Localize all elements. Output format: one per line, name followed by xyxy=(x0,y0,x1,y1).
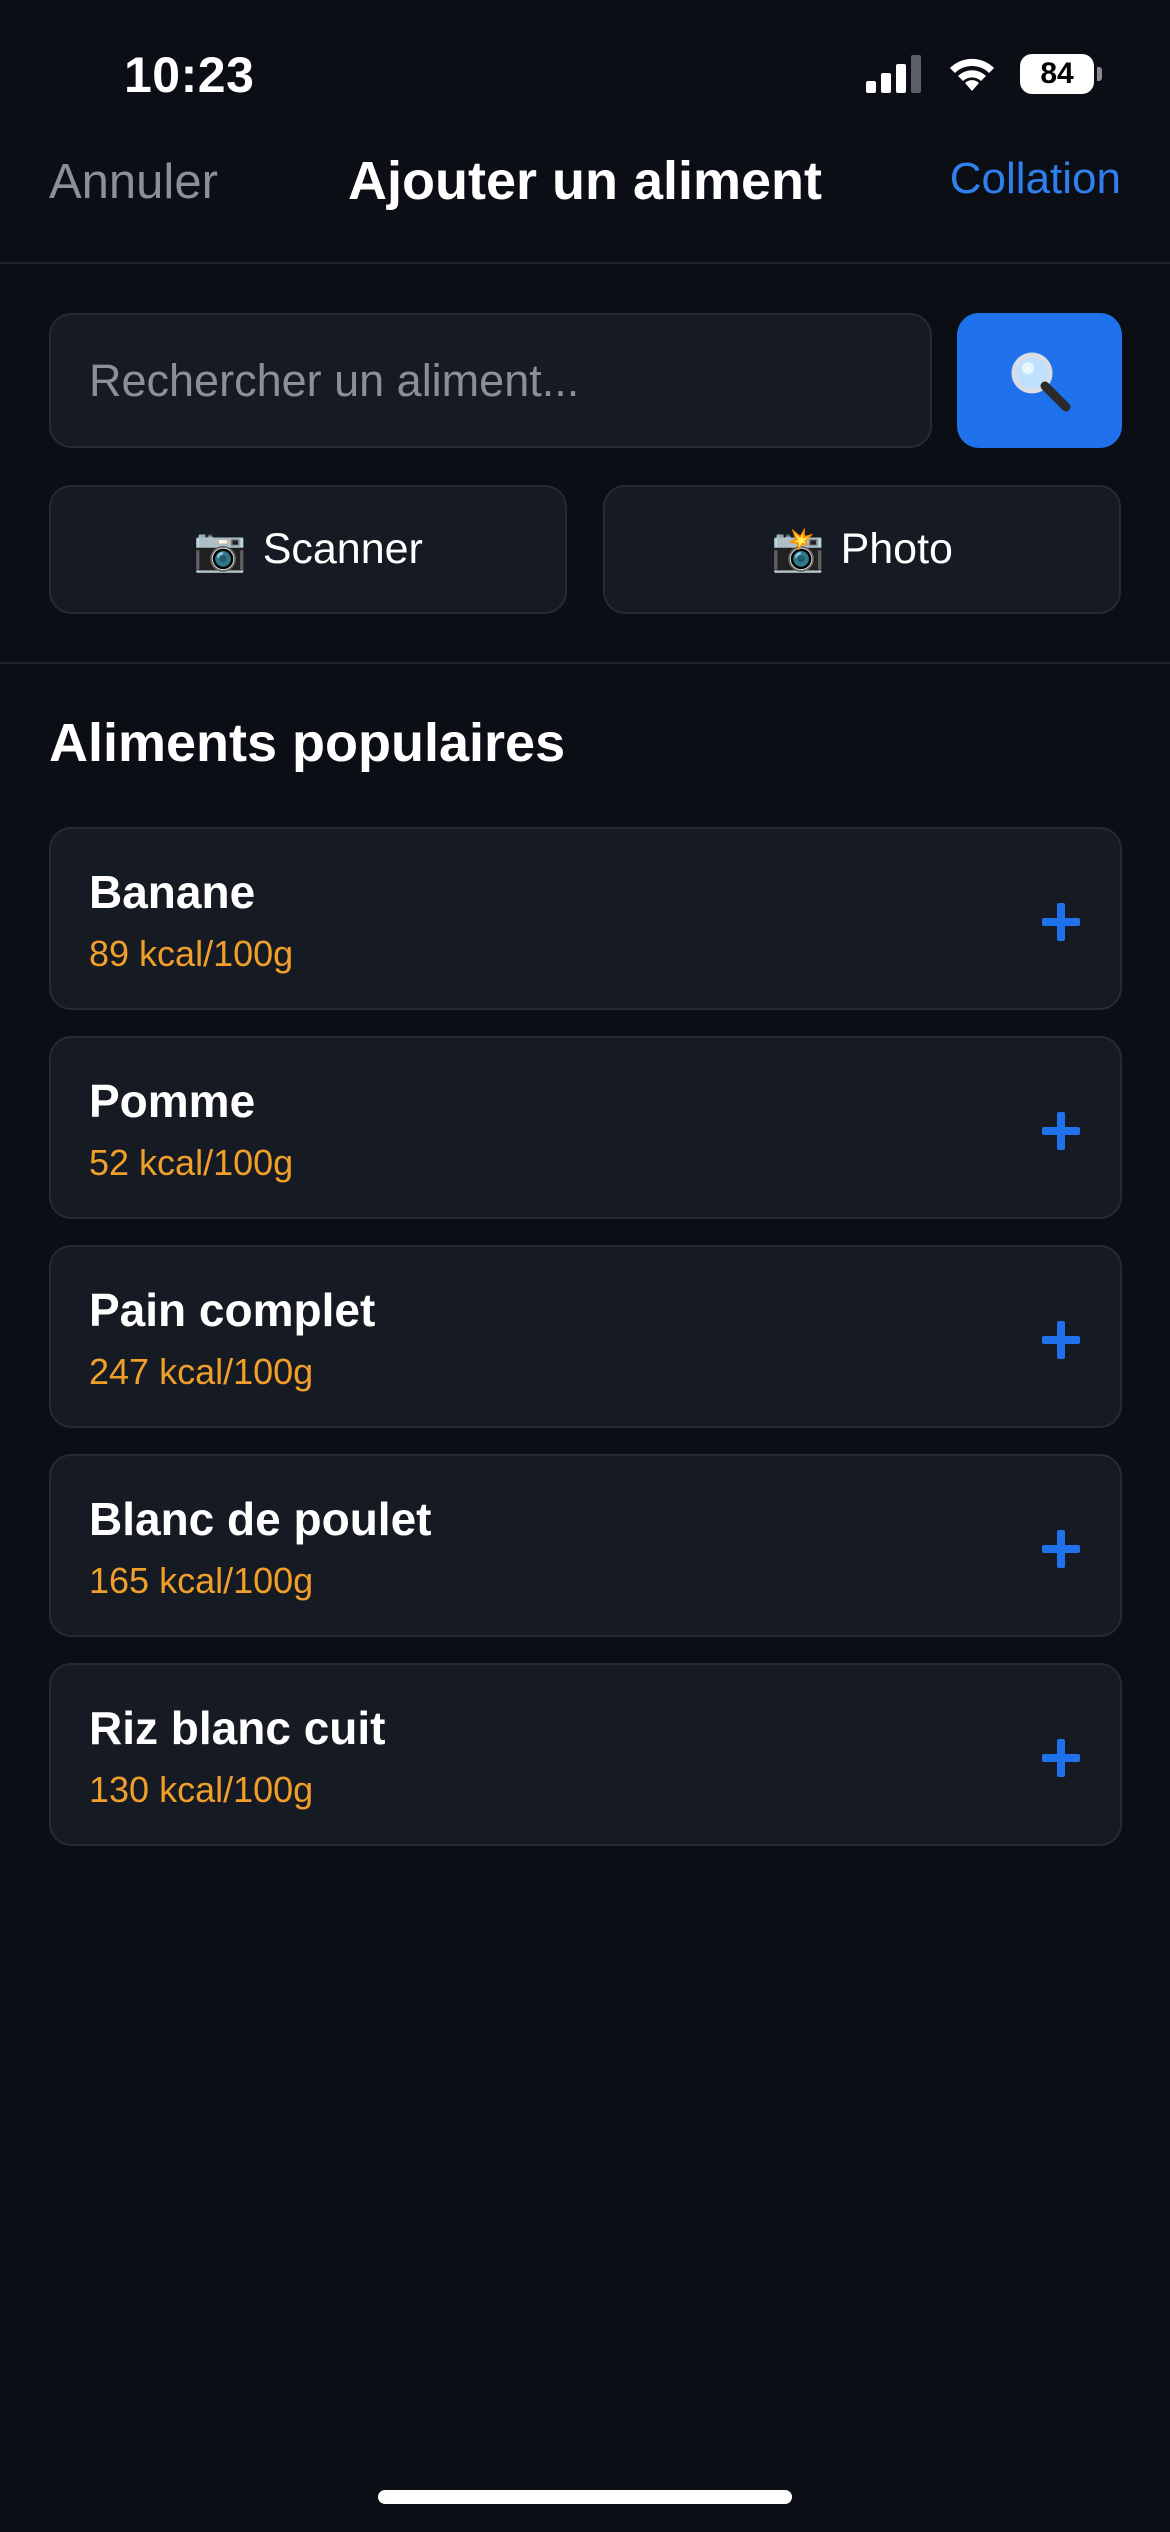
food-calories: 89 kcal/100g xyxy=(89,933,294,974)
add-icon[interactable] xyxy=(1040,1737,1082,1779)
food-item-pomme[interactable]: Pomme 52 kcal/100g xyxy=(49,1036,1122,1219)
food-item-blanc-de-poulet[interactable]: Blanc de poulet 165 kcal/100g xyxy=(49,1454,1122,1637)
status-icons: 84 xyxy=(866,54,1102,94)
food-name: Pomme xyxy=(89,1075,256,1127)
food-calories: 247 kcal/100g xyxy=(89,1351,314,1392)
photo-button[interactable]: 📸 Photo xyxy=(603,485,1121,614)
add-icon[interactable] xyxy=(1040,1319,1082,1361)
add-icon[interactable] xyxy=(1040,1528,1082,1570)
battery-icon: 84 xyxy=(1020,54,1102,94)
status-time: 10:23 xyxy=(124,47,255,103)
food-item-riz-blanc-cuit[interactable]: Riz blanc cuit 130 kcal/100g xyxy=(49,1663,1122,1846)
camera-flash-icon: 📸 xyxy=(771,525,825,574)
section-title: Aliments populaires xyxy=(49,713,566,773)
food-list: Banane 89 kcal/100g Pomme 52 kcal/100g P… xyxy=(49,827,1122,1872)
meal-type-button[interactable]: Collation xyxy=(950,154,1121,204)
food-calories: 165 kcal/100g xyxy=(89,1560,314,1601)
scanner-button[interactable]: 📷 Scanner xyxy=(49,485,567,614)
food-name: Banane xyxy=(89,866,256,918)
food-item-banane[interactable]: Banane 89 kcal/100g xyxy=(49,827,1122,1010)
photo-label: Photo xyxy=(840,525,953,573)
status-bar: 10:23 84 xyxy=(0,0,1170,140)
cellular-signal-icon xyxy=(866,55,921,93)
camera-icon: 📷 xyxy=(193,525,247,574)
add-icon[interactable] xyxy=(1040,901,1082,943)
food-item-pain-complet[interactable]: Pain complet 247 kcal/100g xyxy=(49,1245,1122,1428)
nav-bar: Annuler Ajouter un aliment Collation xyxy=(0,140,1170,264)
food-name: Riz blanc cuit xyxy=(89,1702,386,1754)
search-icon xyxy=(1011,352,1070,411)
wifi-icon xyxy=(950,58,994,91)
scanner-label: Scanner xyxy=(262,525,423,573)
home-indicator[interactable] xyxy=(378,2490,792,2504)
food-calories: 52 kcal/100g xyxy=(89,1142,294,1183)
food-calories: 130 kcal/100g xyxy=(89,1769,314,1810)
food-name: Blanc de poulet xyxy=(89,1493,432,1545)
food-name: Pain complet xyxy=(89,1284,376,1336)
search-input[interactable] xyxy=(49,313,932,448)
battery-level: 84 xyxy=(1040,57,1074,90)
search-button[interactable] xyxy=(957,313,1122,448)
divider xyxy=(0,662,1170,664)
add-icon[interactable] xyxy=(1040,1110,1082,1152)
